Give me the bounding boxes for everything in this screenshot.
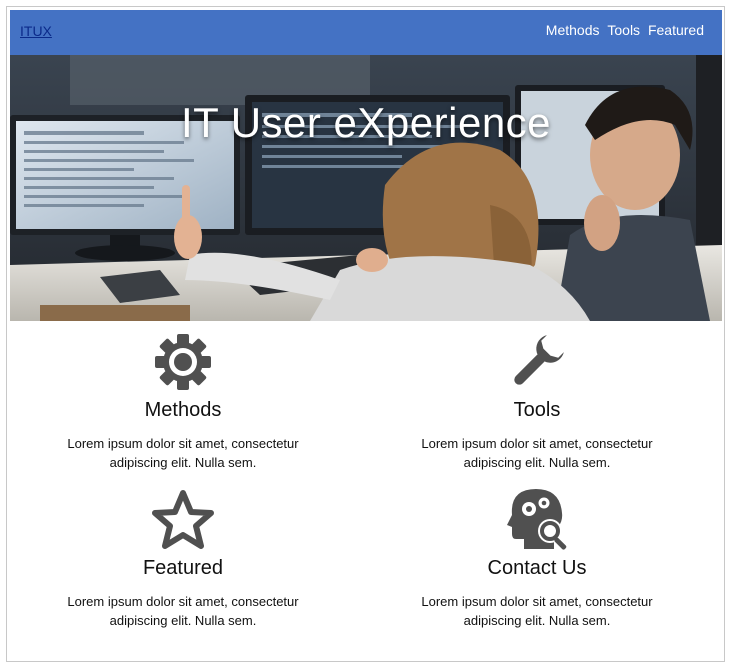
gear-icon <box>155 334 211 390</box>
nav-links: Methods Tools Featured <box>546 22 704 38</box>
feature-title: Methods <box>144 399 222 421</box>
hero-title: IT User eXperience <box>180 99 552 146</box>
feature-featured: Featured Lorem ipsum dolor sit amet, con… <box>33 489 333 630</box>
nav-link-tools[interactable]: Tools <box>607 22 640 38</box>
wrench-icon <box>514 335 564 385</box>
brand-link[interactable]: ITUX <box>20 23 52 39</box>
feature-text: Lorem ipsum dolor sit amet, consectetur … <box>67 594 299 628</box>
feature-title: Featured <box>142 557 224 579</box>
feature-text: Lorem ipsum dolor sit amet, consectetur … <box>421 594 653 628</box>
feature-methods: Methods Lorem ipsum dolor sit amet, cons… <box>33 331 333 472</box>
hero-banner: IT User eXperience <box>10 55 722 321</box>
star-icon <box>152 490 214 549</box>
page-frame: ITUX Methods Tools Featured IT User eXpe… <box>6 6 725 662</box>
feature-title: Tools <box>513 399 561 421</box>
feature-text: Lorem ipsum dolor sit amet, consectetur … <box>67 436 299 470</box>
nav-link-featured[interactable]: Featured <box>648 22 704 38</box>
feature-title: Contact Us <box>487 557 587 579</box>
nav-link-methods[interactable]: Methods <box>546 22 600 38</box>
navbar: ITUX Methods Tools Featured <box>10 10 722 55</box>
feature-tools: Tools Lorem ipsum dolor sit amet, consec… <box>387 331 687 472</box>
feature-contact-us: Contact Us Lorem ipsum dolor sit amet, c… <box>387 489 687 630</box>
head-gears-search-icon <box>507 489 567 550</box>
feature-text: Lorem ipsum dolor sit amet, consectetur … <box>421 436 653 470</box>
hero-image <box>10 55 722 321</box>
